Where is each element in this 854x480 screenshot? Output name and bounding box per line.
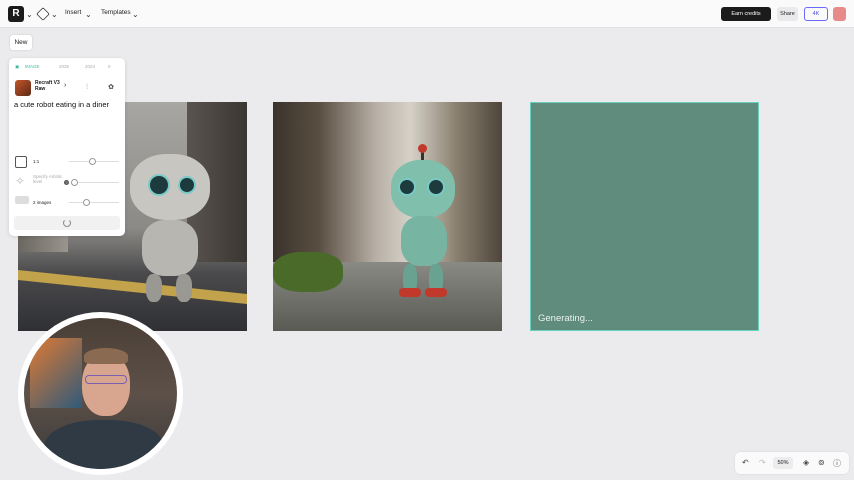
chevron-right-icon[interactable]: ›	[64, 82, 66, 89]
logo-icon[interactable]: R	[8, 6, 24, 22]
sliders-icon[interactable]: ⫶	[79, 80, 95, 96]
robot-eye	[148, 174, 170, 196]
image-tab-icon[interactable]: ▣	[15, 64, 19, 70]
generated-image-2[interactable]	[273, 102, 502, 331]
images-slider-knob[interactable]	[83, 199, 90, 206]
chevron-down-icon: ⌄	[85, 10, 92, 19]
model-thumbnail[interactable]	[15, 80, 31, 96]
insert-menu[interactable]: Insert	[65, 9, 81, 16]
layers-icon[interactable]: ◈	[803, 458, 809, 467]
images-slider[interactable]	[69, 199, 119, 206]
images-icon	[15, 196, 29, 204]
robot-shoe	[399, 288, 421, 297]
sparkle-icon: ✧	[15, 174, 26, 188]
generating-placeholder[interactable]: Generating...	[530, 102, 759, 331]
palette-icon[interactable]: ✿	[103, 80, 119, 96]
robot-body	[142, 220, 198, 276]
loading-spinner-icon	[63, 219, 71, 227]
ratio-slider[interactable]	[69, 158, 119, 165]
top-toolbar: R ⌄ ⌄ Insert ⌄ Templates ⌄ Earn credits …	[0, 0, 854, 28]
aspect-ratio-icon[interactable]	[15, 156, 27, 168]
robot-body	[401, 216, 447, 266]
tab-2024[interactable]: 2024	[85, 64, 95, 69]
generation-panel: ▣ IMAGE 2026 2024 0 Recraft V3 Raw › ⫶ ✿…	[9, 58, 125, 236]
share-button[interactable]: Share	[777, 7, 798, 21]
robot-leg	[146, 274, 162, 302]
tab-image[interactable]: IMAGE	[25, 64, 40, 69]
zoom-level[interactable]: 50%	[773, 457, 793, 469]
redo-icon[interactable]: ↷	[759, 458, 766, 467]
new-tooltip[interactable]: New	[10, 35, 32, 50]
upgrade-button[interactable]: 4K	[804, 7, 828, 21]
robot-shoe	[425, 288, 447, 297]
chevron-down-icon: ⌄	[132, 10, 139, 19]
prompt-input[interactable]: a cute robot eating in a diner	[14, 100, 118, 110]
robot-eye	[427, 178, 445, 196]
tab-count[interactable]: 0	[108, 64, 111, 69]
undo-icon[interactable]: ↶	[742, 458, 749, 467]
templates-menu[interactable]: Templates	[101, 9, 131, 16]
robot-eye	[178, 176, 196, 194]
help-icon[interactable]: ⓘ	[833, 458, 841, 469]
webcam-video	[24, 318, 177, 469]
robot-leg	[176, 274, 192, 302]
artistic-slider[interactable]	[71, 179, 119, 186]
presenter-hair	[84, 348, 128, 364]
chevron-down-icon[interactable]: ⌄	[26, 10, 33, 19]
avatar[interactable]	[833, 7, 846, 21]
earn-credits-button[interactable]: Earn credits	[721, 7, 771, 21]
model-name[interactable]: Recraft V3 Raw	[35, 80, 65, 92]
robot-head	[130, 154, 210, 220]
robot-eye	[398, 178, 416, 196]
images-count-label: 2 images	[33, 200, 52, 205]
generate-button[interactable]	[14, 216, 120, 230]
webcam-overlay	[18, 312, 183, 475]
presenter-shirt	[44, 420, 164, 469]
help-icon[interactable]: ?	[64, 180, 69, 185]
ratio-slider-knob[interactable]	[89, 158, 96, 165]
chevron-down-icon[interactable]: ⌄	[51, 10, 58, 19]
library-icon[interactable]: ⊚	[818, 458, 825, 467]
artistic-level-label: Specify Artistic level	[33, 174, 63, 184]
tab-2026[interactable]: 2026	[59, 64, 69, 69]
wall-art	[30, 338, 82, 408]
vector-tool-icon[interactable]	[36, 7, 50, 21]
ratio-label: 1:1	[33, 159, 40, 164]
generating-status: Generating...	[538, 313, 593, 324]
presenter-glasses	[85, 375, 127, 384]
bottom-toolbar: ↶ ↷ 50% ◈ ⊚ ⓘ	[735, 452, 849, 474]
artistic-slider-knob[interactable]	[71, 179, 78, 186]
robot-antenna-tip	[418, 144, 427, 153]
